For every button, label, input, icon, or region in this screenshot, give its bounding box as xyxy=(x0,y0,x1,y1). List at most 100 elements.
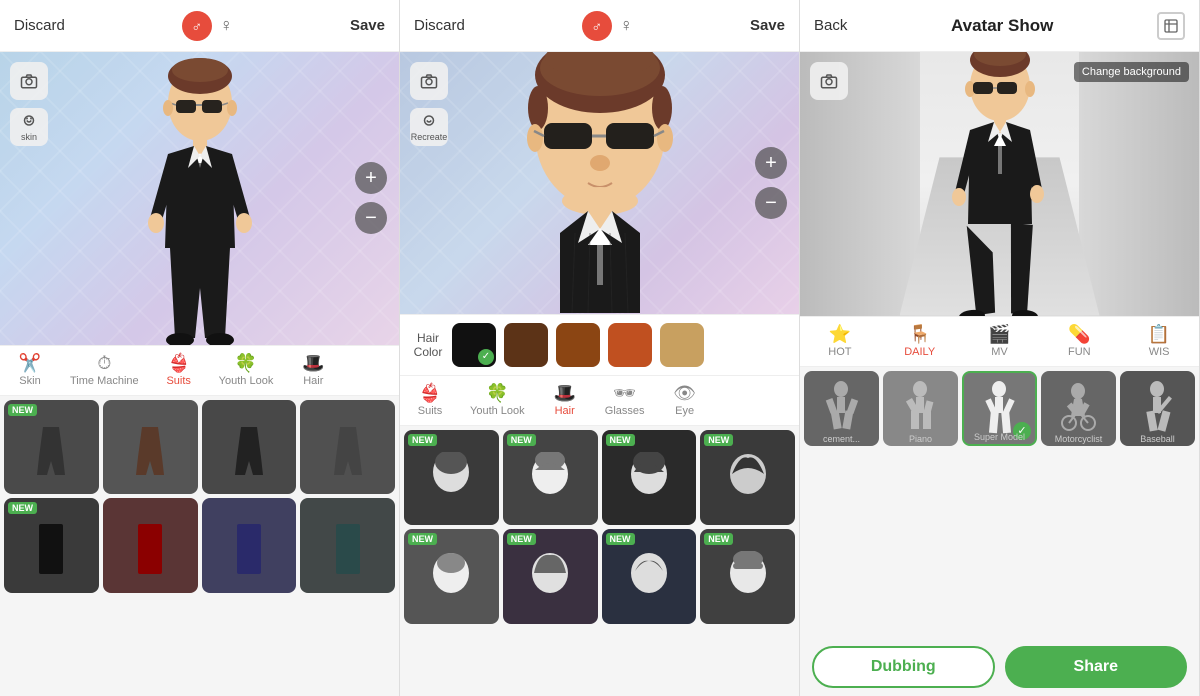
save-button-2[interactable]: Save xyxy=(750,17,785,34)
pose-item-supermodel[interactable]: ✓ Super Model xyxy=(962,371,1037,446)
hair-figure xyxy=(714,543,780,609)
camera-button-3[interactable] xyxy=(810,62,848,100)
hair-item-card[interactable]: NEW xyxy=(602,430,697,525)
hair-icon-2: 🎩 xyxy=(553,384,575,402)
hair-item-card[interactable]: NEW xyxy=(700,430,795,525)
color-swatch-blonde[interactable] xyxy=(660,323,704,367)
avatar-viewport-1: skin xyxy=(0,52,399,345)
zoom-out-1[interactable]: − xyxy=(355,202,387,234)
hair-figure xyxy=(517,543,583,609)
item-card[interactable] xyxy=(202,400,297,495)
hair-item-card[interactable]: NEW xyxy=(404,529,499,624)
male-icon-2[interactable]: ♂ xyxy=(582,11,612,41)
skin-icon: ✂️ xyxy=(19,354,41,372)
tab-suits-1[interactable]: 👙 Suits xyxy=(149,346,209,395)
pose-label-supermodel: Super Model xyxy=(964,432,1035,442)
face-recreate-button-2[interactable]: Recreate xyxy=(410,108,448,146)
hair-figure xyxy=(616,543,682,609)
new-badge: NEW xyxy=(507,533,536,545)
hair-item-card[interactable]: NEW xyxy=(503,529,598,624)
zoom-in-1[interactable]: + xyxy=(355,162,387,194)
pose-item-baseball[interactable]: Baseball xyxy=(1120,371,1195,446)
screenshot-icon[interactable] xyxy=(1157,12,1185,40)
hair-item-card[interactable]: NEW xyxy=(503,430,598,525)
tab-daily[interactable]: 🪑 DAILY xyxy=(890,317,950,366)
zoom-in-2[interactable]: + xyxy=(755,147,787,179)
female-icon-1[interactable]: ♀ xyxy=(220,15,234,36)
color-swatch-darkbrown[interactable] xyxy=(556,323,600,367)
item-figure xyxy=(117,414,183,480)
youth-look-icon-2: 🍀 xyxy=(486,384,508,402)
change-background-button[interactable]: Change background xyxy=(1074,62,1189,82)
female-icon-2[interactable]: ♀ xyxy=(620,15,634,36)
youth-look-icon: 🍀 xyxy=(235,354,257,372)
tab-fun[interactable]: 💊 FUN xyxy=(1049,317,1109,366)
tab-suits-2[interactable]: 👙 Suits xyxy=(400,376,460,425)
face-recreate-button-1[interactable]: skin xyxy=(10,108,48,146)
hair-figure xyxy=(418,543,484,609)
zoom-controls-1: + − xyxy=(355,162,387,234)
tab-skin-1[interactable]: ✂️ Skin xyxy=(0,346,60,395)
pose-figure xyxy=(1052,382,1105,435)
item-card[interactable] xyxy=(202,498,297,593)
hair-item-card[interactable]: NEW xyxy=(602,529,697,624)
back-button[interactable]: Back xyxy=(814,17,847,34)
hair-figure xyxy=(714,444,780,510)
pose-item-piano[interactable]: Piano xyxy=(883,371,958,446)
suits-icon-2: 👙 xyxy=(419,384,441,402)
tab-mv[interactable]: 🎬 MV xyxy=(969,317,1029,366)
items-grid-2: NEW NEW NEW xyxy=(400,426,799,696)
item-card[interactable] xyxy=(300,498,395,593)
bottom-buttons: Dubbing Share xyxy=(800,638,1199,696)
male-icon-1[interactable]: ♂ xyxy=(182,11,212,41)
camera-button-1[interactable] xyxy=(10,62,48,100)
item-card[interactable] xyxy=(300,400,395,495)
side-tools-1: skin xyxy=(10,62,48,146)
wis-icon: 📋 xyxy=(1148,325,1170,343)
tab-hot[interactable]: ⭐ HOT xyxy=(810,317,870,366)
tab-hair-2[interactable]: 🎩 Hair xyxy=(535,376,595,425)
pose-item-cement[interactable]: cement... xyxy=(804,371,879,446)
avatar-viewport-3: Change background xyxy=(800,52,1199,316)
avatar-figure-2 xyxy=(500,52,700,314)
item-figure xyxy=(314,512,380,578)
item-card[interactable]: NEW xyxy=(4,400,99,495)
tab-glasses-2[interactable]: 🕶 Glasses xyxy=(595,376,655,425)
color-swatch-black[interactable] xyxy=(452,323,496,367)
dubbing-button[interactable]: Dubbing xyxy=(812,646,995,688)
hair-icon-1: 🎩 xyxy=(302,354,324,372)
new-badge: NEW xyxy=(507,434,536,446)
tab-hair-1[interactable]: 🎩 Hair xyxy=(283,346,343,395)
tab-youth-look-2[interactable]: 🍀 Youth Look xyxy=(460,376,535,425)
hair-figure xyxy=(418,444,484,510)
color-swatch-brown[interactable] xyxy=(504,323,548,367)
new-badge: NEW xyxy=(606,434,635,446)
panel-title: Avatar Show xyxy=(951,16,1053,36)
tab-eye-2[interactable]: 👁 Eye xyxy=(655,376,715,425)
color-swatch-auburn[interactable] xyxy=(608,323,652,367)
new-badge: NEW xyxy=(704,434,733,446)
item-card[interactable]: NEW xyxy=(4,498,99,593)
avatar-figure-1 xyxy=(120,52,280,345)
item-card[interactable] xyxy=(103,400,198,495)
hair-item-card[interactable]: NEW xyxy=(700,529,795,624)
item-figure xyxy=(18,512,84,578)
new-badge: NEW xyxy=(606,533,635,545)
discard-button-1[interactable]: Discard xyxy=(14,17,65,34)
tab-time-machine-1[interactable]: ⏱ Time Machine xyxy=(60,346,149,395)
hair-item-card[interactable]: NEW xyxy=(404,430,499,525)
pose-figure xyxy=(1131,382,1184,435)
discard-button-2[interactable]: Discard xyxy=(414,17,465,34)
tab-wis[interactable]: 📋 WIS xyxy=(1129,317,1189,366)
header-2: Discard ♂ ♀ Save xyxy=(400,0,799,52)
zoom-out-2[interactable]: − xyxy=(755,187,787,219)
save-button-1[interactable]: Save xyxy=(350,17,385,34)
avatar-editor-panel-1: Discard ♂ ♀ Save xyxy=(0,0,400,696)
tab-youth-look-1[interactable]: 🍀 Youth Look xyxy=(209,346,284,395)
new-badge: NEW xyxy=(408,533,437,545)
share-button[interactable]: Share xyxy=(1005,646,1188,688)
pose-item-motorcyclist[interactable]: Motorcyclist xyxy=(1041,371,1116,446)
camera-button-2[interactable] xyxy=(410,62,448,100)
item-card[interactable] xyxy=(103,498,198,593)
avatar-viewport-2: Recreate xyxy=(400,52,799,314)
